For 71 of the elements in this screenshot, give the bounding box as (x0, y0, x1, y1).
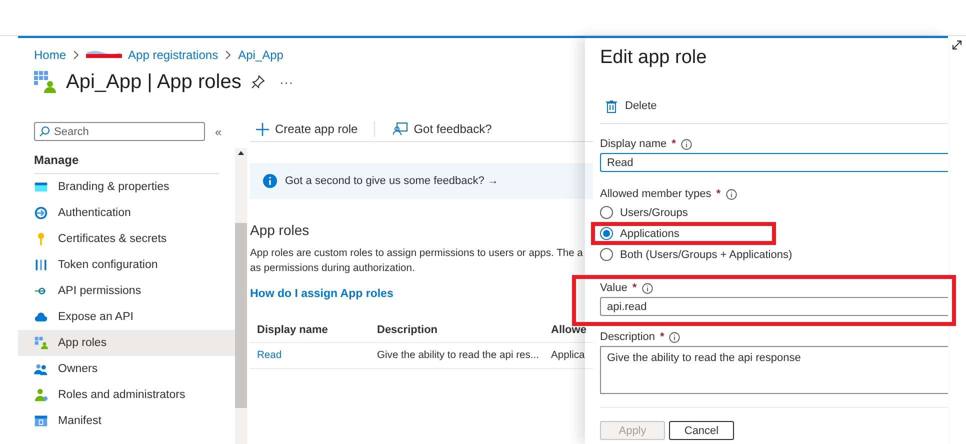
nav-item[interactable]: API permissions (18, 278, 235, 304)
nav-item[interactable]: Branding & properties (18, 174, 235, 200)
scrollbar-thumb[interactable] (235, 223, 247, 408)
chevron-icon (224, 51, 232, 59)
field-label: Description (600, 331, 656, 343)
grid-person-icon (34, 71, 56, 93)
nav-item[interactable]: Manifest (18, 408, 235, 434)
scrollbar[interactable] (235, 148, 247, 444)
radio-option[interactable]: Applications (600, 223, 680, 244)
breadcrumb-link[interactable]: App registrations (128, 48, 218, 62)
breadcrumb-link[interactable]: Home (34, 48, 66, 62)
required-mark: * (716, 188, 721, 200)
trash-icon (606, 100, 617, 112)
info-icon[interactable] (669, 332, 680, 342)
table-cell: Applica (544, 343, 594, 369)
bars-icon (34, 258, 48, 272)
nav-item[interactable]: Certificates & secrets (18, 226, 235, 252)
input-field[interactable]: api.read (600, 297, 948, 316)
field-label: Display name (600, 138, 667, 150)
delete-button[interactable]: Delete (600, 97, 663, 115)
info-icon[interactable] (726, 188, 737, 200)
collapse-button[interactable]: « (215, 124, 222, 138)
input-field[interactable]: Read (600, 153, 948, 172)
breadcrumb-link[interactable]: Api_App (238, 48, 284, 62)
cloud-icon (34, 310, 48, 324)
chevron-icon (72, 51, 80, 59)
card-icon (34, 180, 48, 194)
search-field[interactable]: Search (34, 122, 205, 141)
role-link[interactable]: Read (250, 343, 370, 369)
more-button[interactable]: ··· (275, 74, 298, 90)
search-icon (39, 126, 50, 137)
help-link[interactable]: How do I assign App roles (250, 288, 594, 300)
radio-option[interactable]: Users/Groups (600, 202, 688, 223)
field-label: Allowed member types (600, 188, 712, 200)
page-title: Api_App | App roles (66, 70, 242, 94)
document-icon (34, 414, 48, 428)
people-icon (34, 362, 48, 376)
column-header: Allowe (544, 318, 594, 343)
feedback-icon (392, 122, 408, 136)
nav-item[interactable]: Roles and administrators (18, 382, 235, 408)
text-area[interactable]: Give the ability to read the api response (600, 346, 948, 394)
toolbar-button[interactable]: Create app role (250, 122, 362, 136)
expand-icon[interactable] (952, 40, 962, 50)
required-mark: * (672, 138, 676, 150)
nav-item[interactable]: Authentication (18, 200, 235, 226)
person-icon (34, 388, 48, 402)
banner-text[interactable]: Got a second to give us some feedback? → (285, 175, 498, 187)
section-description: App roles are custom roles to assign permissions to users or apps. The a as permissions during authorization. (250, 247, 584, 276)
table-cell: Give the ability to read the api res... (370, 343, 544, 369)
radio-option[interactable]: Both (Users/Groups + Applications) (600, 244, 792, 265)
nav-item[interactable]: Token configuration (18, 252, 235, 278)
pin-icon[interactable] (251, 75, 266, 89)
section-heading: Manage (34, 153, 219, 174)
info-icon[interactable] (642, 282, 653, 294)
field-label: Value (600, 282, 628, 294)
nav-item[interactable]: App roles (18, 330, 235, 356)
column-header: Description (370, 318, 544, 343)
toolbar-button[interactable]: Got feedback? (386, 122, 496, 136)
grid-person-icon (34, 336, 48, 350)
nav-item[interactable]: Owners (18, 356, 235, 382)
info-icon (263, 174, 277, 188)
nav-item[interactable]: Expose an API (18, 304, 235, 330)
section-title: App roles (250, 222, 310, 238)
panel-title: Edit app role (600, 47, 708, 69)
column-header: Display name (250, 318, 370, 343)
required-mark: * (632, 282, 637, 294)
form-button[interactable]: Cancel (669, 421, 734, 440)
sign-in-icon (34, 206, 48, 220)
plus-icon (256, 122, 269, 136)
required-mark: * (660, 331, 664, 343)
info-icon[interactable] (680, 138, 692, 150)
